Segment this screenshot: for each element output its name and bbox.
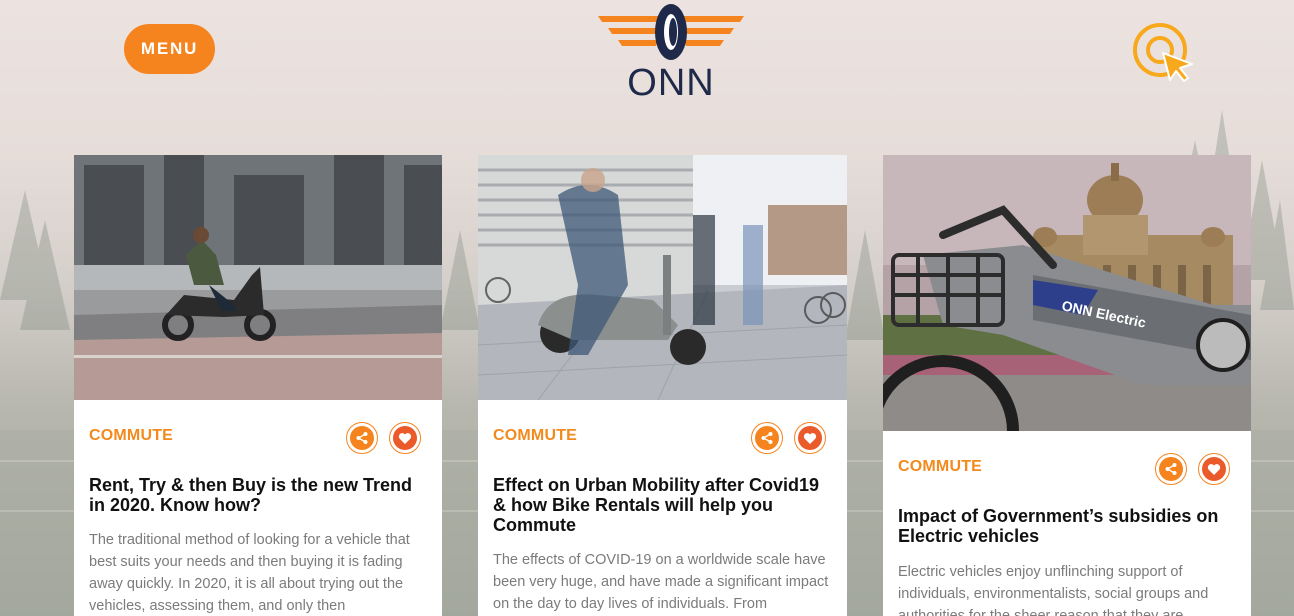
rider-on-electric-scooter-photo[interactable] xyxy=(74,155,442,400)
heart-icon xyxy=(803,432,817,444)
onn-logo[interactable]: ONN xyxy=(596,2,746,104)
logo-wordmark: ONN xyxy=(627,62,715,104)
article-card[interactable]: COMMUTE Rent, Try & then Buy is the new … xyxy=(74,155,442,616)
heart-icon xyxy=(398,432,412,444)
winged-wheel-icon xyxy=(598,4,744,60)
card-category[interactable]: COMMUTE xyxy=(89,427,173,445)
heart-icon xyxy=(1207,463,1221,475)
card-title[interactable]: Effect on Urban Mobility after Covid19 &… xyxy=(493,475,833,535)
like-button[interactable] xyxy=(794,422,826,454)
share-icon xyxy=(356,432,368,444)
share-icon xyxy=(761,432,773,444)
card-category[interactable]: COMMUTE xyxy=(493,427,577,445)
like-button[interactable] xyxy=(1198,453,1230,485)
share-button[interactable] xyxy=(346,422,378,454)
share-button[interactable] xyxy=(1155,453,1187,485)
card-excerpt: The effects of COVID-19 on a worldwide s… xyxy=(493,552,829,612)
share-icon xyxy=(1165,463,1177,475)
article-card[interactable]: COMMUTE Effect on Urban Mobility after C… xyxy=(478,155,847,616)
card-category[interactable]: COMMUTE xyxy=(898,458,982,476)
menu-button[interactable]: MENU xyxy=(124,24,215,74)
card-excerpt: Electric vehicles enjoy unflinching supp… xyxy=(898,564,1209,616)
like-button[interactable] xyxy=(389,422,421,454)
search-button[interactable] xyxy=(1130,20,1196,84)
search-cursor-icon xyxy=(1133,23,1193,82)
card-title[interactable]: Rent, Try & then Buy is the new Trend in… xyxy=(89,475,428,515)
card-title[interactable]: Impact of Government’s subsidies on Elec… xyxy=(898,506,1237,546)
article-card[interactable]: ONN Electric COMMUTE Impact of Governmen… xyxy=(883,155,1251,616)
onn-electric-bike-vidhana-soudha-photo[interactable]: ONN Electric xyxy=(883,155,1251,431)
share-button[interactable] xyxy=(751,422,783,454)
people-walking-past-scooter-photo[interactable] xyxy=(478,155,847,400)
card-excerpt: The traditional method of looking for a … xyxy=(89,532,410,614)
